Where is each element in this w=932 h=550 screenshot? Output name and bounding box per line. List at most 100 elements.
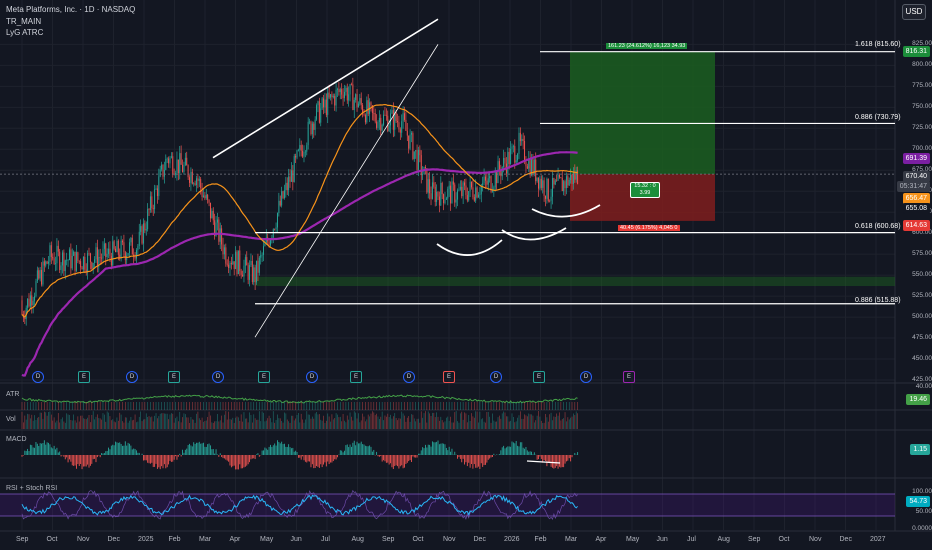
candle-body [489,176,491,179]
candle-body [447,188,449,199]
candle-body [510,148,512,165]
candle-body [166,158,168,160]
candle-body [148,209,150,211]
candle-body [356,94,358,108]
candle-body [526,166,528,169]
candle-body [127,253,129,256]
candle-body [427,179,429,193]
dividend-marker[interactable]: D [306,371,318,383]
dividend-marker[interactable]: D [212,371,224,383]
candle-body [189,177,191,183]
candle-body [297,149,299,151]
candle-body [338,88,340,93]
level-badge-655: 655.08 [902,203,930,214]
candle-body [68,249,70,261]
candle-body [478,194,479,198]
time-axis-label: Feb [534,536,547,543]
indicator-lyg-atrc[interactable]: LyG ATRC [6,28,43,37]
candle-body [263,246,264,255]
candle-body [48,261,50,264]
candle-body [342,94,344,99]
earnings-marker[interactable]: E [78,371,90,383]
candle-body [560,177,562,179]
candle-body [283,190,285,199]
candle-body [102,248,104,259]
earnings-marker[interactable]: E [533,371,545,383]
candle-body [172,156,174,174]
candle-body [247,265,249,280]
candle-body [112,241,114,266]
candle-body [549,200,551,202]
currency-button[interactable]: USD [902,4,926,20]
candle-body [310,121,312,135]
candle-body [170,156,172,158]
earnings-marker[interactable]: E [443,371,455,383]
candle-body [568,179,570,186]
dividend-marker[interactable]: D [580,371,592,383]
price-axis-label: 525.00 [912,292,932,300]
earnings-marker[interactable]: E [350,371,362,383]
candle-body [24,317,26,320]
candle-body [56,245,58,264]
ma-purple-line [21,151,578,377]
profit-zone [570,51,715,175]
candle-body [290,170,292,182]
candle-body [60,265,62,271]
candle-body [487,178,489,185]
candle-body [120,240,122,259]
candle-body [471,181,472,188]
earnings-marker[interactable]: E [168,371,180,383]
candle-body [67,260,69,261]
vol-pane-title[interactable]: Vol [6,416,16,423]
dividend-marker[interactable]: D [490,371,502,383]
candle-body [31,295,33,306]
dividend-marker[interactable]: D [403,371,415,383]
price-axis-label: 450.00 [912,355,932,363]
candle-body [377,121,379,128]
candle-body [135,250,137,259]
candle-body [59,251,61,271]
dividend-marker[interactable]: D [126,371,138,383]
candle-body [87,253,89,272]
time-axis-label: Dec [839,536,852,543]
candle-body [180,153,182,165]
time-axis-label: Dec [107,536,120,543]
price-axis-label: 775.00 [912,82,932,90]
candle-body [29,295,31,307]
earnings-marker[interactable]: E [258,371,270,383]
dividend-marker[interactable]: D [32,371,44,383]
candle-body [117,240,119,255]
rsi-pane-title[interactable]: RSI + Stoch RSI [6,485,57,492]
candle-body [257,260,259,273]
risk-reward-line2: 3.99 [639,190,651,196]
time-axis-label: Nov [77,536,90,543]
candle-body [436,191,438,202]
candle-body [212,210,214,221]
stop-info-label: 40.45 (6.175%) 4,045 0 [618,225,680,231]
atr-pane-title[interactable]: ATR [6,391,19,398]
candle-body [53,258,55,264]
chart-canvas[interactable] [0,0,932,550]
indicator-tr-main[interactable]: TR_MAIN [6,17,41,26]
candle-body [75,252,77,271]
price-axis-label: 750.00 [912,103,932,111]
candle-body [464,182,466,186]
candle-body [177,159,179,174]
candle-body [144,223,146,231]
chart-area[interactable]: Meta Platforms, Inc. · 1D · NASDAQ TR_MA… [0,0,932,550]
macd-pane-title[interactable]: MACD [6,436,27,443]
candle-body [91,262,93,269]
risk-reward-label[interactable]: 15.32 : 0 3.99 [630,182,660,198]
candle-body [532,158,534,174]
candle-body [355,94,357,100]
candle-body [515,160,517,163]
candle-body [434,186,436,202]
candle-body [384,114,386,116]
candle-body [426,168,428,193]
candle-body [228,264,230,268]
candle-body [504,157,506,164]
ma-purple-badge: 691.39 [902,153,930,164]
candle-body [553,177,555,185]
earnings-marker[interactable]: E [623,371,635,383]
candle-body [205,194,207,199]
